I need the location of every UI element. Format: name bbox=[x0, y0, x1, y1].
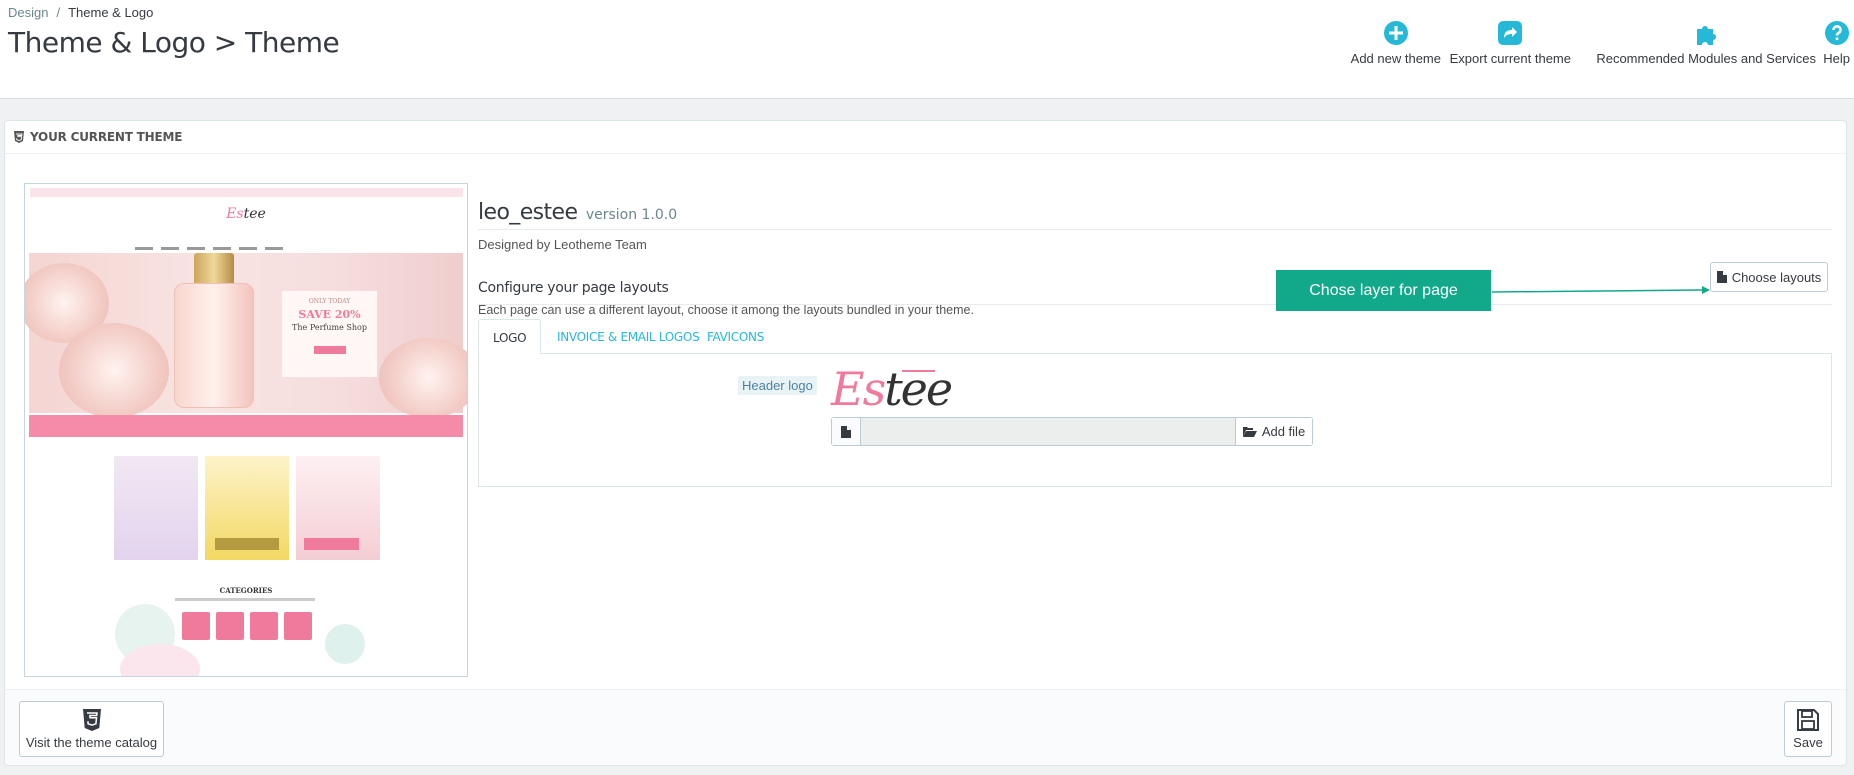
preview-hero-card: ONLY TODAY SAVE 20% The Perfume Shop bbox=[282, 291, 377, 377]
current-theme-panel: YOUR CURRENT THEME Estee ONLY TODAY SAVE… bbox=[4, 120, 1847, 766]
puzzle-icon bbox=[1693, 20, 1719, 46]
breadcrumb-design[interactable]: Design bbox=[8, 5, 48, 20]
plus-circle-icon bbox=[1383, 20, 1409, 46]
page-title: Theme & Logo > Theme bbox=[8, 26, 340, 59]
export-theme-label: Export current theme bbox=[1449, 51, 1571, 66]
preview-nav bbox=[135, 237, 365, 250]
preview-logo: Estee bbox=[226, 206, 266, 222]
breadcrumb-separator: / bbox=[56, 5, 61, 20]
divider bbox=[478, 229, 1832, 230]
file-upload-group: Add file bbox=[831, 417, 1313, 446]
recommended-modules-label: Recommended Modules and Services bbox=[1596, 51, 1816, 66]
annotation-arrow bbox=[1492, 286, 1710, 294]
share-icon bbox=[1497, 20, 1523, 46]
help-label: Help bbox=[1823, 51, 1850, 66]
add-file-label: Add file bbox=[1261, 424, 1306, 439]
question-circle-icon bbox=[1824, 20, 1850, 46]
html5-icon bbox=[13, 131, 25, 143]
theme-designed-by: Designed by Leotheme Team bbox=[478, 237, 647, 252]
theme-name: leo_estee version 1.0.0 bbox=[478, 200, 677, 225]
theme-preview-image: Estee ONLY TODAY SAVE 20% The Perfume Sh… bbox=[24, 183, 468, 677]
header-logo-label: Header logo bbox=[738, 376, 817, 395]
divider bbox=[478, 304, 1832, 305]
file-name-input[interactable] bbox=[861, 418, 1235, 445]
annotation-callout: Chose layer for page bbox=[1276, 270, 1491, 311]
logo-tab-pane: Header logo Estee Add file bbox=[478, 353, 1832, 487]
theme-name-text: leo_estee bbox=[478, 200, 578, 225]
preview-categories-title: CATEGORIES bbox=[219, 586, 273, 595]
help-button[interactable]: Help bbox=[1823, 20, 1850, 66]
export-theme-button[interactable]: Export current theme bbox=[1450, 20, 1571, 66]
page-header: Design / Theme & Logo Theme & Logo > Theme… bbox=[0, 0, 1854, 99]
preview-categories bbox=[182, 612, 312, 640]
folder-open-icon bbox=[1242, 426, 1257, 437]
save-button[interactable]: Save bbox=[1784, 701, 1832, 757]
visit-theme-catalog-button[interactable]: Visit the theme catalog bbox=[19, 701, 164, 757]
visit-theme-catalog-label: Visit the theme catalog bbox=[25, 735, 158, 750]
tab-favicons[interactable]: FAVICONS bbox=[693, 319, 778, 354]
preview-products bbox=[114, 456, 382, 560]
html5-icon bbox=[20, 709, 163, 731]
theme-version: version 1.0.0 bbox=[585, 207, 678, 223]
tab-invoice-email-logos[interactable]: INVOICE & EMAIL LOGOS bbox=[543, 319, 713, 354]
add-file-button[interactable]: Add file bbox=[1235, 418, 1312, 445]
save-label: Save bbox=[1793, 735, 1823, 750]
preview-hero: ONLY TODAY SAVE 20% The Perfume Shop bbox=[25, 253, 467, 418]
file-icon bbox=[1716, 271, 1727, 283]
add-new-theme-button[interactable]: Add new theme bbox=[1351, 20, 1441, 66]
choose-layouts-label: Choose layouts bbox=[1731, 269, 1822, 285]
preview-topbar bbox=[30, 188, 463, 197]
save-icon bbox=[1785, 709, 1831, 731]
panel-footer: Visit the theme catalog Save bbox=[5, 689, 1846, 765]
breadcrumb-current: Theme & Logo bbox=[68, 5, 154, 20]
file-icon bbox=[832, 418, 861, 445]
header-logo-image: Estee bbox=[831, 362, 953, 416]
layouts-description: Each page can use a different layout, ch… bbox=[478, 303, 974, 317]
recommended-modules-button[interactable]: Recommended Modules and Services bbox=[1596, 20, 1816, 66]
panel-heading: YOUR CURRENT THEME bbox=[5, 121, 1846, 154]
add-new-theme-label: Add new theme bbox=[1350, 51, 1441, 66]
panel-heading-label: YOUR CURRENT THEME bbox=[30, 130, 183, 144]
breadcrumb: Design / Theme & Logo bbox=[8, 5, 153, 20]
choose-layouts-button[interactable]: Choose layouts bbox=[1710, 262, 1828, 292]
tab-logo[interactable]: LOGO bbox=[478, 319, 542, 354]
layouts-title: Configure your page layouts bbox=[478, 280, 669, 296]
preview-strip bbox=[29, 415, 463, 437]
